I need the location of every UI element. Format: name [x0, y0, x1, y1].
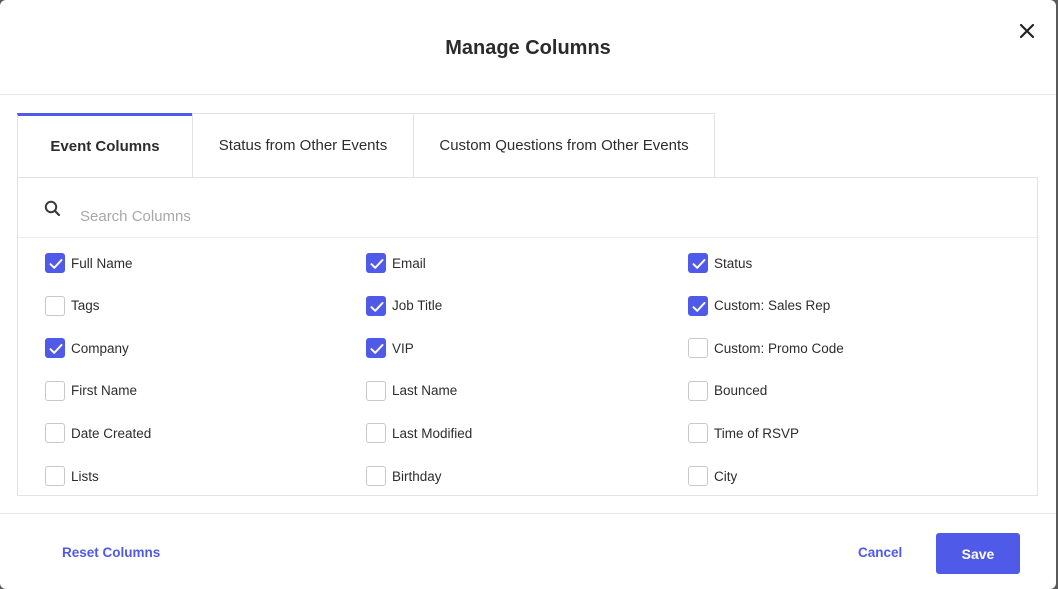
search-input[interactable] [78, 203, 982, 229]
column-option-label: First Name [71, 383, 138, 399]
column-option[interactable]: VIP [366, 336, 414, 360]
check-icon [692, 301, 706, 312]
check-icon [49, 259, 63, 269]
checkbox[interactable] [688, 380, 708, 401]
column-option-label: Status [714, 255, 753, 271]
tab-label: Status from Other Events [218, 137, 388, 154]
checkbox-checked[interactable] [366, 338, 386, 359]
checkbox-checked[interactable] [366, 295, 386, 316]
column-option-label: Company [71, 340, 129, 356]
column-option-label: Last Modified [392, 425, 473, 441]
check-icon [370, 301, 384, 312]
checkbox-checked[interactable] [688, 295, 708, 316]
column-option[interactable]: Custom: Sales Rep [688, 294, 830, 318]
search-icon [44, 200, 61, 222]
checkbox-checked[interactable] [688, 253, 708, 273]
cancel-button[interactable]: Cancel [858, 545, 902, 560]
tab-label: Event Columns [50, 138, 160, 155]
checkbox[interactable] [45, 295, 65, 316]
modal-header: Manage Columns [0, 0, 1056, 95]
column-option-label: Tags [71, 298, 100, 314]
checkbox[interactable] [45, 466, 65, 486]
column-option[interactable]: First Name [45, 379, 137, 403]
column-option[interactable]: Company [45, 336, 129, 360]
column-option[interactable]: Status [688, 251, 752, 275]
column-option[interactable]: Email [366, 251, 426, 275]
column-option-label: Last Name [392, 383, 458, 399]
tab-custom-questions[interactable]: Custom Questions from Other Events [413, 113, 715, 177]
check-icon [370, 344, 384, 354]
column-option-label: Custom: Promo Code [714, 340, 844, 356]
tab-event-columns[interactable]: Event Columns [17, 113, 193, 178]
column-option[interactable]: Bounced [688, 379, 767, 403]
column-option-label: City [714, 468, 738, 484]
save-button[interactable]: Save [936, 533, 1020, 574]
close-icon[interactable] [1016, 20, 1038, 42]
column-option-label: Time of RSVP [714, 425, 800, 441]
tab-label: Custom Questions from Other Events [439, 137, 689, 154]
checkbox[interactable] [366, 380, 386, 401]
column-option-label: Lists [71, 468, 99, 484]
column-option[interactable]: Last Name [366, 379, 457, 403]
reset-columns-button[interactable]: Reset Columns [62, 545, 160, 560]
column-option-label: Date Created [71, 425, 152, 441]
modal-title: Manage Columns [445, 37, 611, 59]
column-option[interactable]: Date Created [45, 421, 151, 445]
modal-footer: Reset Columns Cancel Save [0, 513, 1056, 589]
check-icon [370, 259, 384, 269]
column-option-label: Birthday [392, 468, 442, 484]
check-icon [692, 259, 706, 269]
columns-panel: Full Name Email Status Tags Job Title Custom:… [17, 177, 1038, 496]
column-option[interactable]: Lists [45, 464, 99, 488]
column-option-label: Job Title [392, 298, 443, 314]
checkbox-checked[interactable] [45, 338, 65, 359]
checkbox[interactable] [366, 466, 386, 486]
manage-columns-modal: Manage Columns Event Columns Status from… [0, 0, 1056, 589]
checkbox[interactable] [688, 423, 708, 444]
checkbox[interactable] [688, 338, 708, 359]
column-option-label: Custom: Sales Rep [714, 298, 831, 314]
column-option[interactable]: Custom: Promo Code [688, 336, 844, 360]
checkbox[interactable] [688, 466, 708, 486]
checkbox[interactable] [366, 423, 386, 444]
column-option[interactable]: Time of RSVP [688, 421, 799, 445]
column-option-label: Bounced [714, 383, 768, 399]
checkbox[interactable] [45, 380, 65, 401]
column-option-label: VIP [392, 340, 414, 356]
checkbox-checked[interactable] [45, 253, 65, 273]
column-option[interactable]: City [688, 464, 737, 488]
column-option-label: Email [392, 255, 426, 271]
column-option[interactable]: Tags [45, 294, 100, 318]
search-row [18, 178, 1037, 238]
check-icon [49, 344, 63, 354]
column-option[interactable]: Full Name [45, 251, 133, 275]
column-option-label: Full Name [71, 255, 133, 271]
checkbox[interactable] [45, 423, 65, 444]
checkbox-checked[interactable] [366, 253, 386, 273]
tab-status-other-events[interactable]: Status from Other Events [192, 113, 414, 177]
column-option[interactable]: Birthday [366, 464, 442, 488]
column-option[interactable]: Last Modified [366, 421, 472, 445]
column-option[interactable]: Job Title [366, 294, 442, 318]
